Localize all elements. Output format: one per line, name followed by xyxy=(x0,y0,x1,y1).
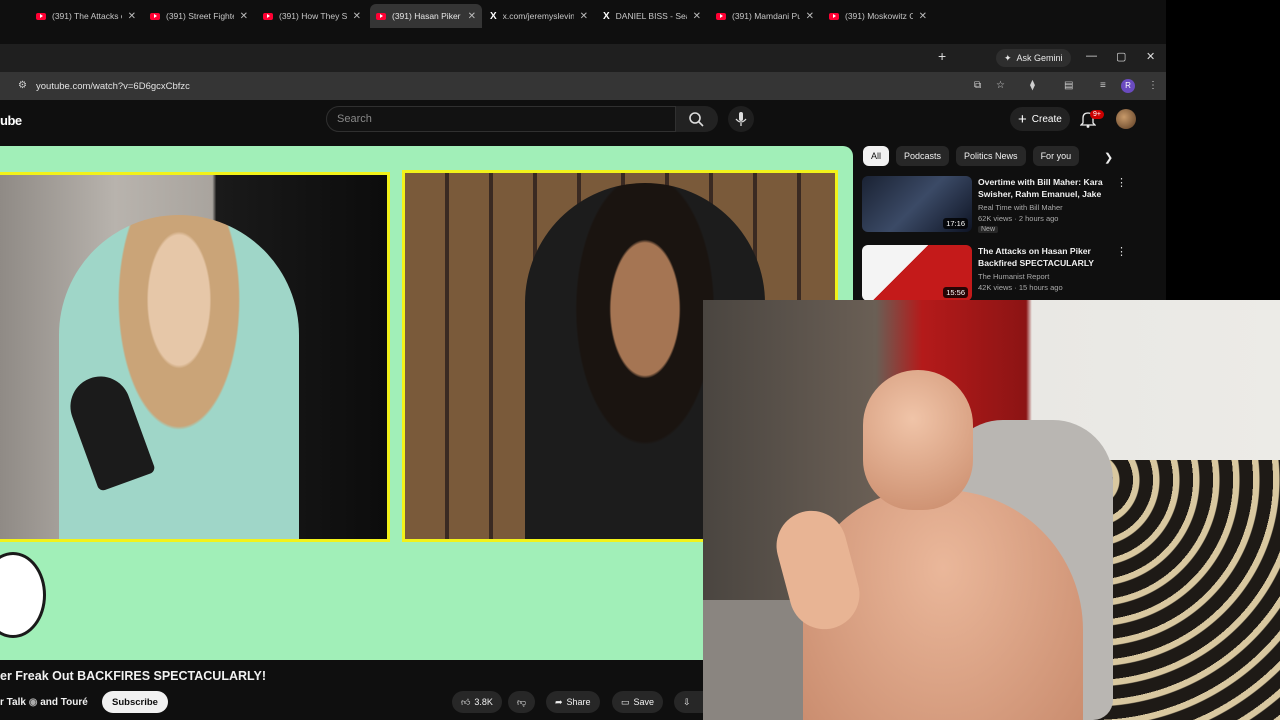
window-close-button[interactable]: ✕ xyxy=(1146,50,1155,63)
voice-search-button[interactable] xyxy=(728,106,754,132)
youtube-icon xyxy=(263,12,273,20)
close-icon[interactable]: ✕ xyxy=(240,11,248,22)
chip-all[interactable]: All xyxy=(863,146,890,166)
webcam-overlay xyxy=(703,300,1280,720)
browser-tab-2[interactable]: (391) Street Fighter ✕ xyxy=(144,4,254,28)
recommendation-meta: 42K views · 15 hours ago xyxy=(978,283,1063,292)
download-icon: ⇩ xyxy=(683,696,691,707)
chip-politics-news[interactable]: Politics News xyxy=(956,146,1026,166)
more-options-icon[interactable]: ⋮ xyxy=(1116,245,1127,258)
share-icon: ➦ xyxy=(555,696,563,707)
filter-chips: All Podcasts Politics News For you xyxy=(863,146,1080,166)
chevron-right-icon[interactable]: ❯ xyxy=(1104,151,1113,164)
youtube-icon xyxy=(829,12,839,20)
duration-badge: 17:16 xyxy=(943,218,968,229)
close-icon[interactable]: ✕ xyxy=(468,11,476,22)
browser-tab-4-active[interactable]: (391) Hasan Piker I ✕ xyxy=(370,4,482,28)
x-logo-icon: X xyxy=(603,10,610,22)
video-title: er Freak Out BACKFIRES SPECTACULARLY! xyxy=(0,669,267,683)
thumbs-up-icon: 👍︎ xyxy=(461,696,471,707)
menu-dots-icon[interactable]: ⋮ xyxy=(1148,80,1158,91)
gemini-sparkle-icon: ✦ xyxy=(1004,52,1012,63)
youtube-icon xyxy=(150,12,160,20)
tab-strip xyxy=(0,44,1166,72)
browser-tab-7[interactable]: (391) Mamdani Pu ✕ xyxy=(710,4,820,28)
sidepanel-icon[interactable]: ▤ xyxy=(1064,80,1073,91)
notification-count-badge: 9+ xyxy=(1090,110,1104,119)
recommendation-item[interactable]: 15:56 The Attacks on Hasan Piker Backfir… xyxy=(862,245,1162,301)
close-icon[interactable]: ✕ xyxy=(693,11,701,22)
plus-icon: + xyxy=(1018,110,1027,128)
search-button[interactable] xyxy=(676,106,718,132)
browser-tab-1[interactable]: (391) The Attacks o ✕ xyxy=(30,4,142,28)
search-icon xyxy=(689,112,704,127)
thumbs-down-icon: 👎︎ xyxy=(517,696,527,707)
save-playlist-icon: ▭ xyxy=(621,696,630,707)
like-button[interactable]: 👍︎ 3.8K xyxy=(452,691,502,713)
profile-avatar[interactable]: R xyxy=(1121,79,1135,93)
new-badge: New xyxy=(978,226,999,233)
minimize-button[interactable]: — xyxy=(1086,50,1097,62)
ask-gemini-button[interactable]: ✦ Ask Gemini xyxy=(996,49,1071,67)
channel-name[interactable]: r Talk ◉ and Touré xyxy=(0,697,88,708)
save-button[interactable]: ▭ Save xyxy=(612,691,664,713)
duration-badge: 15:56 xyxy=(943,287,968,298)
channel-watermark-logo xyxy=(0,552,46,638)
create-button[interactable]: + Create xyxy=(1010,107,1070,131)
bookmark-star-icon[interactable]: ☆ xyxy=(996,80,1005,91)
youtube-logo[interactable]: ube xyxy=(0,113,22,128)
extensions-icon[interactable]: ⧫ xyxy=(1030,80,1035,91)
x-logo-icon: X xyxy=(490,10,497,22)
recommendation-item[interactable]: 17:16 Overtime with Bill Maher: Kara Swi… xyxy=(862,176,1162,233)
youtube-icon xyxy=(36,12,46,20)
youtube-icon xyxy=(376,12,386,20)
site-info-icon[interactable]: ⚙ xyxy=(18,80,27,91)
recommendation-channel[interactable]: The Humanist Report xyxy=(978,272,1049,281)
install-app-icon[interactable]: ⧉ xyxy=(974,80,981,91)
recommendation-channel[interactable]: Real Time with Bill Maher xyxy=(978,203,1063,212)
more-options-icon[interactable]: ⋮ xyxy=(1116,176,1127,189)
search-input[interactable]: Search xyxy=(326,106,676,132)
dislike-button[interactable]: 👎︎ xyxy=(508,691,536,713)
browser-tab-3[interactable]: (391) How They St ✕ xyxy=(257,4,367,28)
url-text[interactable]: youtube.com/watch?v=6D6gcxCbfzc xyxy=(36,81,190,92)
streamer-figure xyxy=(768,370,1143,720)
maximize-button[interactable]: ▢ xyxy=(1116,50,1126,63)
verified-icon: ◉ xyxy=(28,697,38,708)
close-icon[interactable]: ✕ xyxy=(128,11,136,22)
browser-tab-8[interactable]: (391) Moskowitz Cl ✕ xyxy=(823,4,933,28)
close-icon[interactable]: ✕ xyxy=(806,11,814,22)
recommendation-meta: 62K views · 2 hours ago xyxy=(978,214,1059,223)
subscribe-button[interactable]: Subscribe xyxy=(102,691,168,713)
browser-tab-6[interactable]: X DANIEL BISS - Sear ✕ xyxy=(597,4,707,28)
recommendation-title[interactable]: The Attacks on Hasan Piker Backfired SPE… xyxy=(978,245,1110,269)
close-icon[interactable]: ✕ xyxy=(353,11,361,22)
video-thumbnail[interactable]: 15:56 xyxy=(862,245,972,301)
close-icon[interactable]: ✕ xyxy=(919,11,927,22)
chip-for-you[interactable]: For you xyxy=(1032,146,1080,166)
microphone-icon xyxy=(735,112,747,126)
close-icon[interactable]: ✕ xyxy=(580,11,588,22)
new-tab-button[interactable]: + xyxy=(938,48,946,64)
youtube-icon xyxy=(716,12,726,20)
recommendation-title[interactable]: Overtime with Bill Maher: Kara Swisher, … xyxy=(978,176,1110,200)
video-frame-left xyxy=(0,172,390,542)
share-button[interactable]: ➦ Share xyxy=(546,691,600,713)
video-thumbnail[interactable]: 17:16 xyxy=(862,176,972,232)
account-avatar[interactable] xyxy=(1116,109,1136,129)
chip-podcasts[interactable]: Podcasts xyxy=(896,146,950,166)
media-controls-icon[interactable]: ≡ xyxy=(1100,80,1106,91)
browser-tab-5[interactable]: Xx.com/jeremyslevin ✕ xyxy=(484,4,594,28)
